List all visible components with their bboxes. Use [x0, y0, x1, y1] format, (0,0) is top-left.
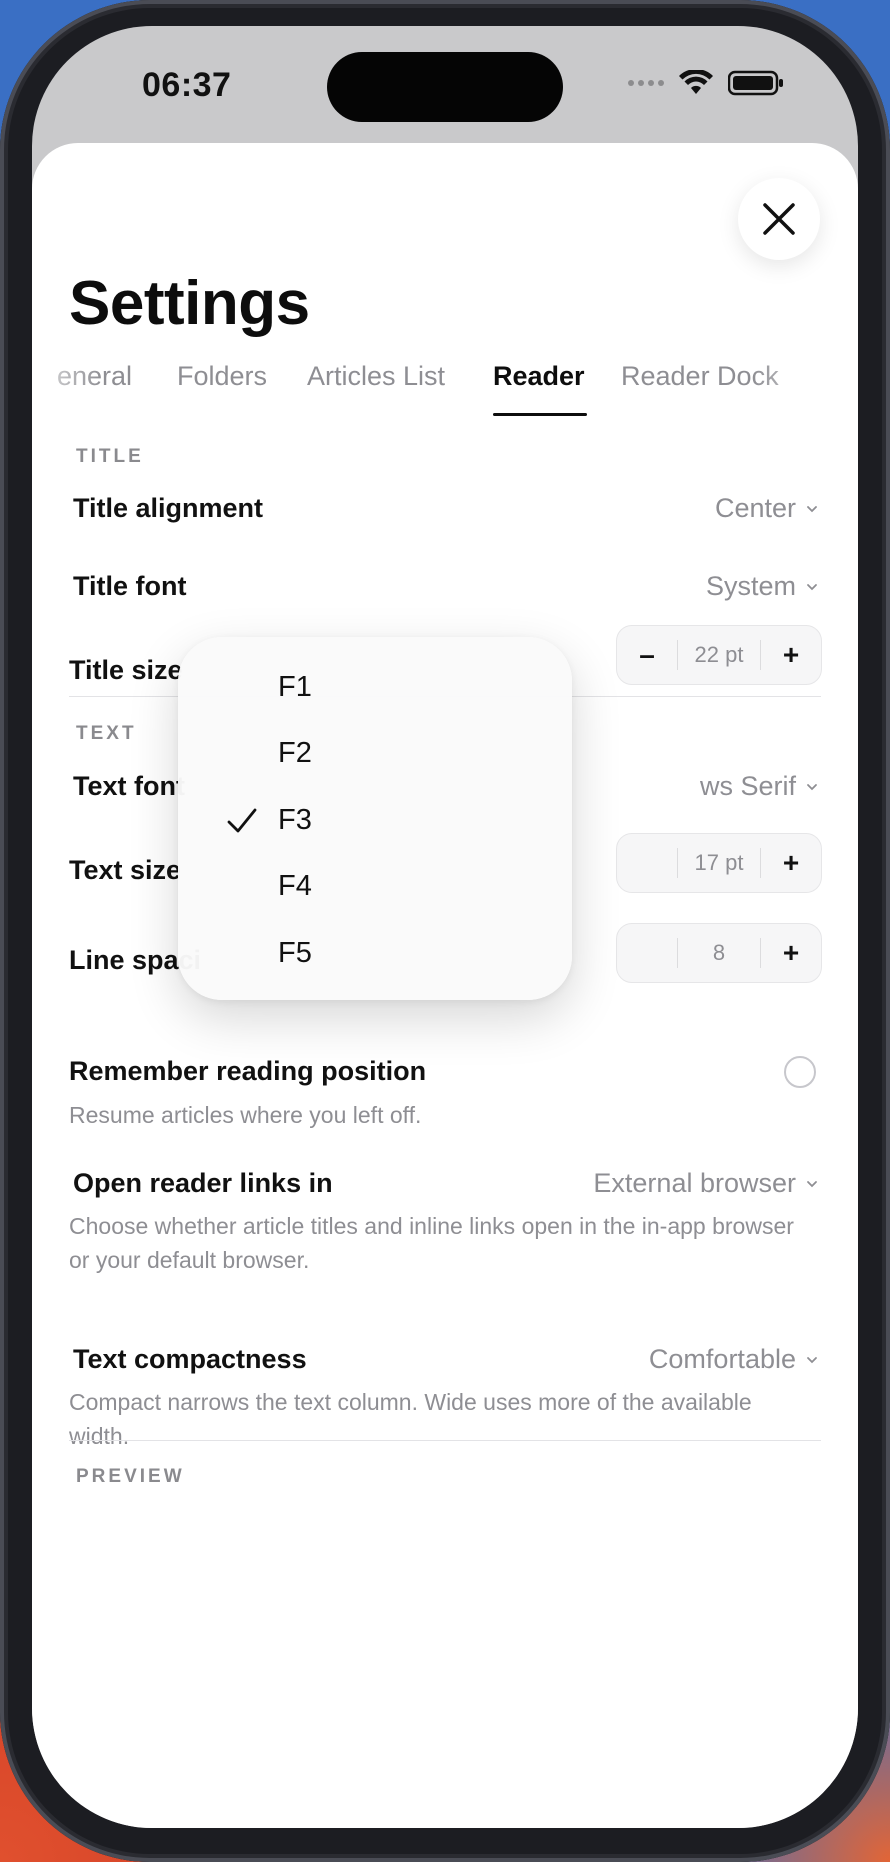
tab-reader[interactable]: Reader — [493, 361, 585, 392]
status-time: 06:37 — [142, 66, 232, 104]
remember-position-toggle[interactable] — [784, 1056, 816, 1088]
title-size-decrement-button[interactable]: – — [617, 639, 677, 671]
title-alignment-picker[interactable]: Center — [715, 493, 818, 524]
text-compactness-helper: Compact narrows the text column. Wide us… — [69, 1389, 752, 1449]
text-compactness-value: Comfortable — [648, 1344, 796, 1374]
reader-links-label: Open reader links in — [73, 1168, 333, 1198]
section-label-preview: PREVIEW — [76, 1466, 185, 1487]
option-f2[interactable]: F2 — [278, 737, 312, 770]
text-font-value: ws Serif — [699, 771, 796, 801]
text-size-label: Text size — [69, 855, 182, 885]
chevron-down-icon — [807, 1356, 817, 1363]
title-font-value: System — [705, 571, 796, 601]
text-size-value: 17 pt — [677, 848, 761, 878]
title-size-label: Title size — [69, 655, 183, 685]
line-spacing-stepper: 8 + — [616, 923, 822, 983]
text-size-increment-button[interactable]: + — [761, 847, 821, 879]
title-font-picker[interactable]: System — [706, 571, 818, 602]
title-size-value: 22 pt — [677, 640, 761, 670]
tab-general[interactable]: eneral — [57, 361, 132, 392]
divider — [69, 1440, 821, 1441]
title-alignment-label: Title alignment — [73, 493, 264, 523]
chevron-down-icon — [807, 1180, 817, 1187]
status-icons — [628, 70, 784, 96]
option-f1[interactable]: F1 — [278, 671, 312, 704]
active-tab-indicator — [493, 413, 587, 416]
remember-position-helper: Resume articles where you left off. — [69, 1102, 422, 1128]
line-spacing-value: 8 — [677, 938, 761, 968]
title-alignment-value: Center — [714, 493, 796, 523]
title-size-stepper: – 22 pt + — [616, 625, 822, 685]
checkmark-icon — [227, 808, 257, 833]
cellular-signal-icon — [628, 80, 664, 86]
reader-links-value: External browser — [593, 1168, 796, 1198]
wifi-icon — [679, 70, 713, 94]
tab-articles-list[interactable]: Articles List — [307, 361, 445, 392]
option-f3[interactable]: F3 — [278, 804, 312, 837]
title-size-increment-button[interactable]: + — [761, 639, 821, 671]
chevron-down-icon — [807, 505, 817, 512]
tab-reader-dock[interactable]: Reader Dock — [621, 361, 779, 392]
dynamic-island — [327, 52, 563, 122]
text-compactness-picker[interactable]: Comfortable — [649, 1344, 818, 1375]
section-label-text: TEXT — [76, 723, 137, 744]
reader-links-helper: Choose whether article titles and inline… — [69, 1213, 794, 1273]
text-compactness-label: Text compactness — [73, 1344, 307, 1374]
chevron-down-icon — [807, 583, 817, 590]
text-font-label: Text font — [73, 771, 185, 801]
page-title: Settings — [69, 269, 310, 338]
chevron-down-icon — [807, 783, 817, 790]
battery-icon — [728, 70, 783, 96]
settings-tabs: eneral Folders Articles List Reader Read… — [32, 361, 858, 421]
section-label-title: TITLE — [76, 446, 144, 467]
option-f4[interactable]: F4 — [278, 870, 312, 903]
text-font-picker[interactable]: ws Serif — [700, 771, 818, 802]
screen: 06:37 Settings eneral Folders Articles L… — [32, 26, 858, 1828]
phone-frame: 06:37 Settings eneral Folders Articles L… — [0, 0, 890, 1862]
title-font-label: Title font — [73, 571, 187, 601]
close-icon — [763, 203, 795, 235]
remember-position-label: Remember reading position — [69, 1056, 427, 1086]
line-spacing-increment-button[interactable]: + — [761, 937, 821, 969]
option-f5[interactable]: F5 — [278, 937, 312, 970]
tab-folders[interactable]: Folders — [177, 361, 267, 392]
close-button[interactable] — [738, 178, 820, 260]
text-size-stepper: 17 pt + — [616, 833, 822, 893]
options-popover: F1 F2 F3 F4 F5 — [178, 637, 572, 1000]
reader-links-picker[interactable]: External browser — [593, 1168, 818, 1199]
